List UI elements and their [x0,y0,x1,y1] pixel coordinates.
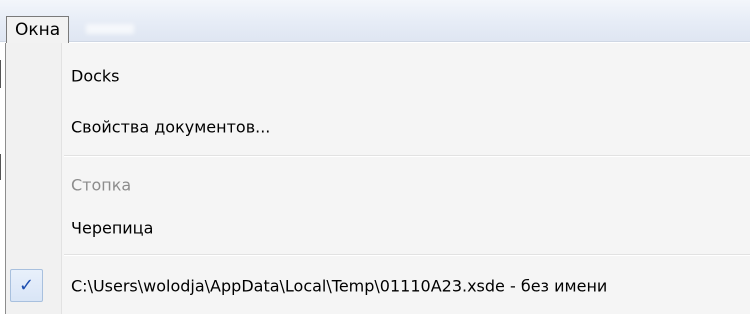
menu-item-cascade: Стопка [6,167,750,203]
checked-indicator: ✓ [10,269,43,302]
windows-dropdown-menu: Docks Свойства документов... Стопка Чере… [5,43,750,314]
window-edge-mark [0,154,1,180]
menu-item-tile[interactable]: Черепица [6,210,750,246]
check-icon: ✓ [18,274,35,296]
menu-item-label: Стопка [71,175,132,195]
menu-separator [64,254,750,256]
menu-bar: Окна [0,0,750,44]
menu-item-document-properties[interactable]: Свойства документов... [6,109,750,145]
menubar-highlight [86,24,134,34]
app-window: Окна Docks Свойства документов... Стопка… [0,0,750,314]
menu-item-label: Свойства документов... [71,117,271,137]
menu-item-label: Docks [71,66,120,86]
menu-item-label: C:\Users\wolodja\AppData\Local\Temp\0111… [71,276,608,296]
menu-item-label: Черепица [71,218,154,238]
menu-windows[interactable]: Окна [6,16,70,44]
window-edge-mark [0,60,1,88]
menu-item-open-document[interactable]: ✓ C:\Users\wolodja\AppData\Local\Temp\01… [6,268,750,304]
menu-separator [64,155,750,157]
menu-item-docks[interactable]: Docks [6,58,750,94]
